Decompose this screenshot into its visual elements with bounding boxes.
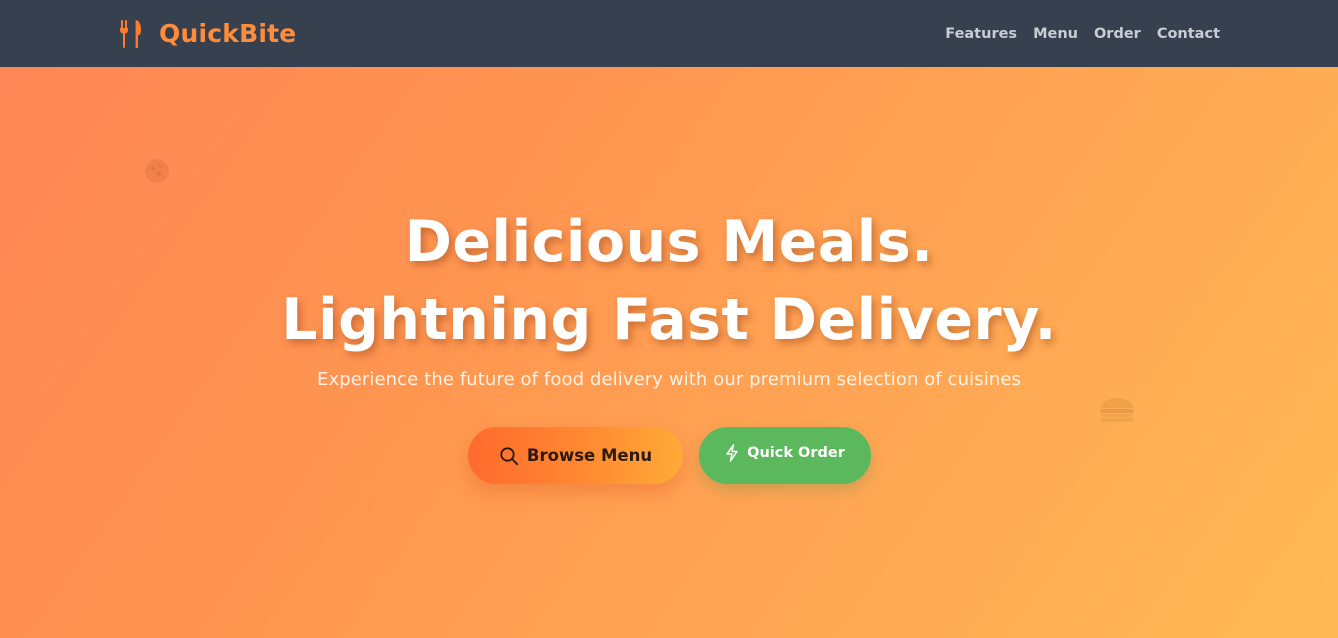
nav-link-order[interactable]: Order bbox=[1094, 26, 1141, 42]
brand[interactable]: QuickBite bbox=[119, 19, 296, 49]
hero-headline: Delicious Meals. Lightning Fast Delivery… bbox=[0, 203, 1338, 359]
browse-menu-button[interactable]: Browse Menu bbox=[468, 427, 683, 484]
headline-line-2: Lightning Fast Delivery. bbox=[281, 287, 1057, 353]
nav-link-features[interactable]: Features bbox=[945, 26, 1017, 42]
bolt-icon bbox=[726, 443, 738, 462]
nav-links: Features Menu Order Contact bbox=[945, 26, 1220, 42]
utensils-icon bbox=[120, 19, 141, 48]
nav-link-contact[interactable]: Contact bbox=[1157, 26, 1220, 42]
quick-order-label: Quick Order bbox=[747, 444, 845, 461]
browse-menu-label: Browse Menu bbox=[526, 446, 653, 465]
navbar: QuickBite Features Menu Order Contact bbox=[0, 0, 1338, 67]
nav-link-menu[interactable]: Menu bbox=[1033, 26, 1078, 42]
quick-order-button[interactable]: Quick Order bbox=[699, 427, 871, 484]
pizza-icon bbox=[145, 159, 169, 183]
hero-section: Delicious Meals. Lightning Fast Delivery… bbox=[0, 67, 1338, 638]
hero-subtitle: Experience the future of food delivery w… bbox=[316, 369, 1022, 390]
headline-line-1: Delicious Meals. bbox=[404, 209, 934, 275]
search-icon bbox=[500, 446, 519, 465]
burger-icon bbox=[1100, 398, 1134, 422]
brand-name: QuickBite bbox=[159, 19, 297, 48]
